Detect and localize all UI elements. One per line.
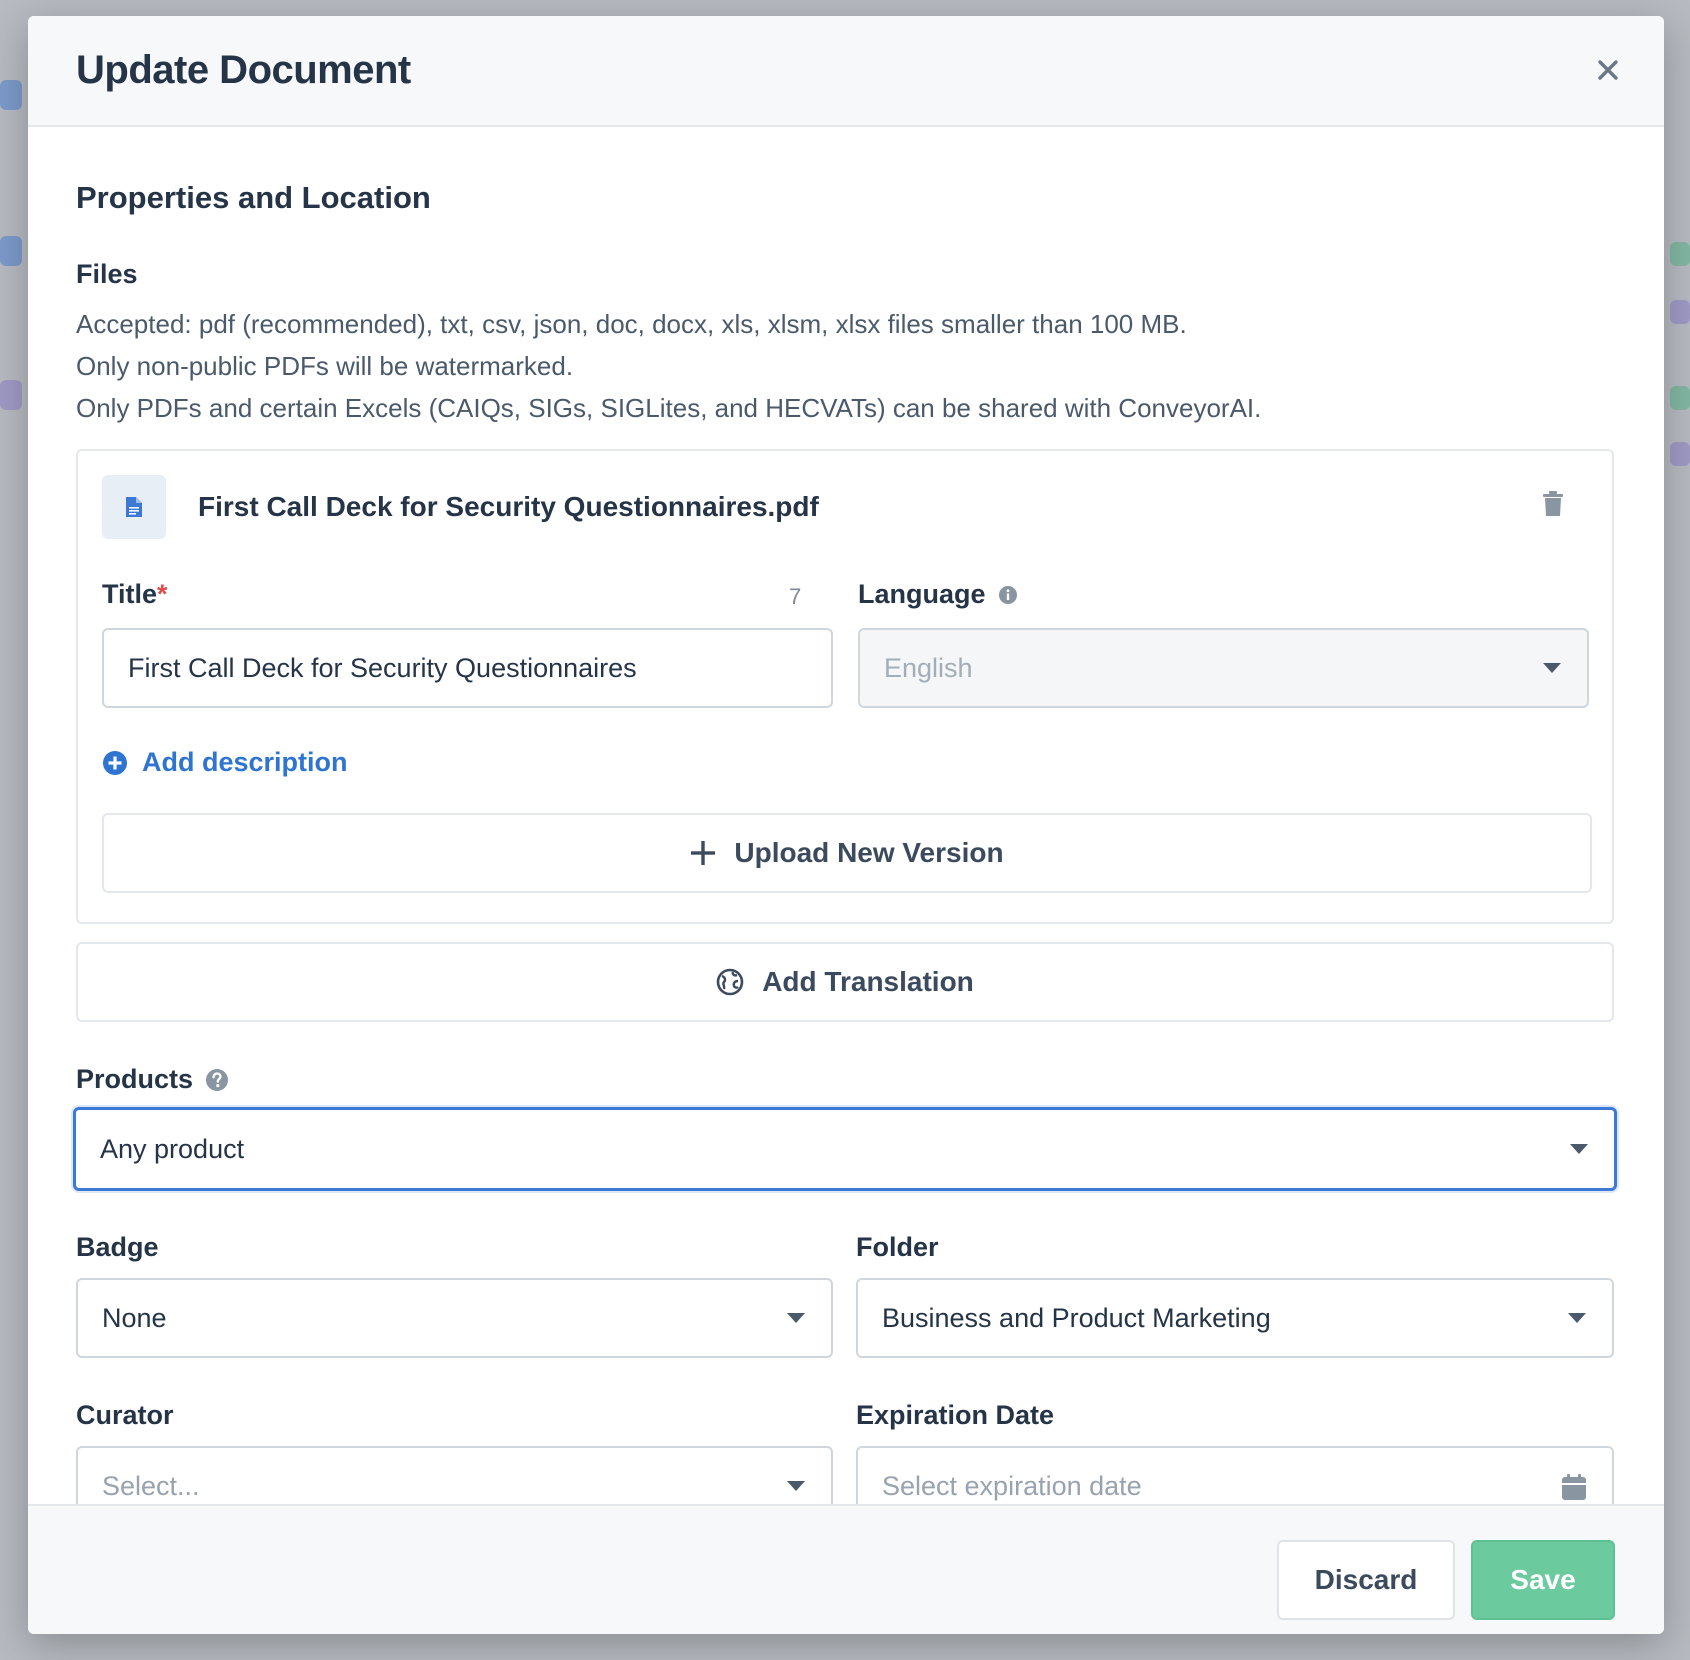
products-select[interactable]: Any product bbox=[73, 1107, 1617, 1191]
curator-select-placeholder: Select... bbox=[102, 1470, 200, 1501]
discard-button[interactable]: Discard bbox=[1277, 1540, 1455, 1620]
trash-icon bbox=[1543, 491, 1563, 516]
file-icon-box bbox=[102, 475, 166, 539]
info-icon bbox=[998, 585, 1017, 604]
modal-header: Update Document bbox=[28, 16, 1664, 127]
files-help-accepted: Accepted: pdf (recommended), txt, csv, j… bbox=[76, 309, 1187, 339]
language-select-value: English bbox=[884, 652, 973, 683]
add-translation-button[interactable]: Add Translation bbox=[76, 942, 1614, 1022]
badge-select[interactable]: None bbox=[76, 1278, 833, 1358]
section-title: Properties and Location bbox=[76, 180, 431, 215]
question-icon bbox=[206, 1068, 229, 1091]
chevron-down-icon bbox=[787, 1481, 805, 1491]
bg-decoration bbox=[0, 236, 22, 266]
folder-label: Folder bbox=[856, 1232, 939, 1262]
files-help-watermark: Only non-public PDFs will be watermarked… bbox=[76, 351, 574, 381]
close-button[interactable] bbox=[1588, 50, 1628, 90]
bg-decoration bbox=[1670, 442, 1690, 466]
calendar-icon bbox=[1562, 1474, 1586, 1500]
required-mark: * bbox=[157, 579, 168, 609]
chevron-down-icon bbox=[787, 1313, 805, 1323]
files-label: Files bbox=[76, 259, 138, 289]
upload-new-version-button[interactable]: Upload New Version bbox=[102, 813, 1592, 893]
bg-decoration bbox=[0, 380, 22, 410]
chevron-down-icon bbox=[1568, 1313, 1586, 1323]
plus-icon bbox=[691, 841, 716, 865]
file-name: First Call Deck for Security Questionnai… bbox=[198, 491, 819, 522]
products-select-value: Any product bbox=[100, 1133, 245, 1164]
expiration-date-placeholder: Select expiration date bbox=[882, 1470, 1142, 1501]
badge-label: Badge bbox=[76, 1232, 159, 1262]
save-button[interactable]: Save bbox=[1471, 1540, 1615, 1620]
add-description-link[interactable]: Add description bbox=[102, 747, 348, 778]
upload-new-version-label: Upload New Version bbox=[734, 837, 1004, 868]
title-char-counter: 7 bbox=[789, 584, 802, 609]
curator-label: Curator bbox=[76, 1400, 174, 1430]
globe-icon bbox=[716, 968, 744, 996]
badge-select-value: None bbox=[102, 1302, 167, 1333]
bg-decoration bbox=[0, 80, 22, 110]
files-help-conveyorai: Only PDFs and certain Excels (CAIQs, SIG… bbox=[76, 393, 1262, 423]
title-input[interactable]: First Call Deck for Security Questionnai… bbox=[102, 628, 833, 708]
language-label: Language bbox=[858, 579, 1018, 610]
chevron-down-icon bbox=[1570, 1144, 1588, 1154]
plus-circle-icon bbox=[103, 750, 127, 775]
close-icon bbox=[1598, 60, 1618, 80]
bg-decoration bbox=[1670, 242, 1690, 266]
products-label: Products bbox=[76, 1064, 229, 1095]
modal-footer: Discard Save bbox=[28, 1504, 1664, 1634]
chevron-down-icon bbox=[1543, 663, 1561, 673]
products-label-text: Products bbox=[76, 1064, 194, 1094]
title-label: Title* bbox=[102, 579, 168, 610]
update-document-modal: Update Document Properties and Location … bbox=[28, 16, 1664, 1634]
expiration-date-label: Expiration Date bbox=[856, 1400, 1055, 1430]
delete-file-button[interactable] bbox=[1542, 491, 1572, 525]
document-icon bbox=[126, 497, 142, 517]
file-card: First Call Deck for Security Questionnai… bbox=[76, 449, 1614, 924]
modal-title: Update Document bbox=[76, 48, 411, 92]
modal-body: Properties and Location Files Accepted: … bbox=[28, 129, 1664, 1504]
folder-select[interactable]: Business and Product Marketing bbox=[856, 1278, 1614, 1358]
add-translation-label: Add Translation bbox=[762, 966, 974, 997]
add-description-label: Add description bbox=[142, 747, 348, 777]
language-label-text: Language bbox=[858, 579, 986, 609]
language-select[interactable]: English bbox=[858, 628, 1589, 708]
bg-decoration bbox=[1670, 300, 1690, 324]
title-label-text: Title bbox=[102, 579, 158, 609]
curator-select[interactable]: Select... bbox=[76, 1446, 833, 1504]
bg-decoration bbox=[1670, 386, 1690, 410]
folder-select-value: Business and Product Marketing bbox=[882, 1302, 1271, 1333]
expiration-date-input[interactable]: Select expiration date bbox=[856, 1446, 1614, 1504]
